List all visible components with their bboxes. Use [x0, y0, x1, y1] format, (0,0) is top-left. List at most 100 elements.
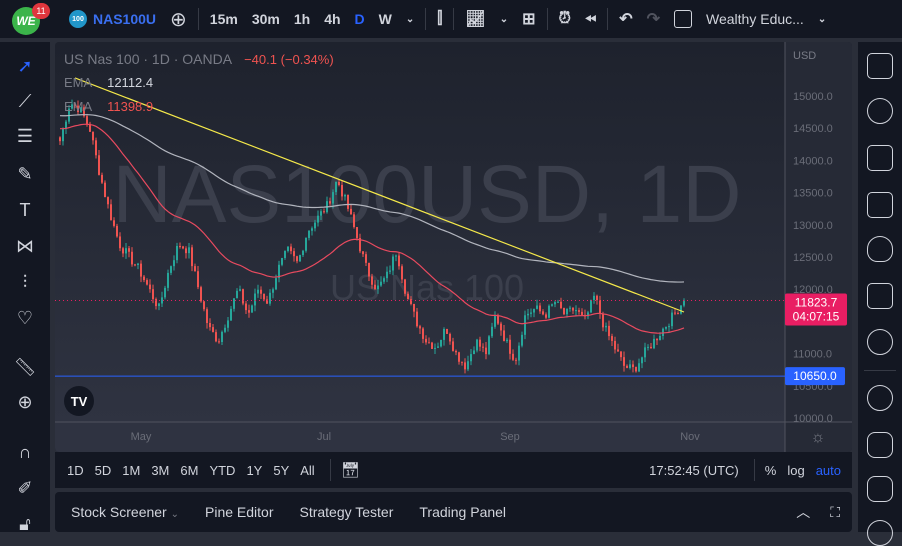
chevron-down-icon[interactable]: ⌄	[811, 0, 833, 38]
tab-pine-editor[interactable]: Pine Editor	[205, 504, 273, 520]
candle-body	[86, 116, 88, 124]
candle-body	[674, 312, 676, 314]
chevron-down-icon[interactable]: ⌄	[171, 509, 179, 520]
range-5y[interactable]: 5Y	[273, 463, 289, 478]
candle-body	[296, 256, 298, 262]
maximize-icon[interactable]: ⛶	[830, 504, 840, 521]
pattern-icon[interactable]: ⋈	[13, 234, 37, 258]
broadcast-icon[interactable]	[867, 520, 893, 546]
magnet-icon[interactable]: ∩	[13, 440, 37, 464]
compare-add-icon[interactable]: ⊕	[163, 0, 194, 38]
candle-body	[143, 276, 145, 281]
candle-body	[113, 220, 115, 226]
layouts-icon[interactable]: ⊞	[515, 0, 542, 38]
lightbulb-icon[interactable]	[867, 329, 893, 355]
layout-name[interactable]: Wealthy Educ...	[699, 0, 811, 38]
candle-body	[554, 302, 556, 305]
candle-body	[185, 248, 187, 254]
chat-cloud-icon[interactable]	[867, 385, 893, 411]
candle-body	[527, 313, 529, 316]
text-icon[interactable]: T	[13, 198, 37, 222]
symbol-search[interactable]: 100 NAS100U	[62, 0, 163, 38]
undo-icon[interactable]: ↶	[612, 0, 639, 38]
watchlist-icon[interactable]	[867, 53, 893, 79]
prediction-icon[interactable]: ⫶	[13, 270, 37, 294]
candle-body	[560, 301, 562, 309]
range-ytd[interactable]: YTD	[209, 463, 235, 478]
watermark-symbol: NAS100USD, 1D	[113, 149, 742, 240]
fullscreen-checkbox[interactable]	[667, 0, 699, 38]
calendar-icon[interactable]	[867, 283, 893, 309]
tab-strategy-tester[interactable]: Strategy Tester	[299, 504, 393, 520]
alert-icon[interactable]: ⏰︎	[552, 0, 578, 38]
tab-trading-panel[interactable]: Trading Panel	[419, 504, 506, 520]
candles-icon[interactable]: ⫿	[430, 0, 449, 38]
candle-body	[410, 299, 412, 304]
trendline-icon[interactable]: ⟋	[13, 89, 37, 113]
lock-drawing-icon[interactable]: ✐	[13, 476, 37, 500]
fib-icon[interactable]: ☰	[13, 124, 37, 148]
candle-body	[425, 338, 427, 343]
range-all[interactable]: All	[300, 463, 314, 478]
percent-toggle[interactable]: %	[765, 463, 777, 478]
log-toggle[interactable]: log	[787, 463, 804, 478]
symbol-title[interactable]: US Nas 100 · 1D · OANDA	[64, 51, 232, 67]
interval-30m[interactable]: 30m	[245, 0, 287, 38]
interval-w[interactable]: W	[372, 0, 399, 38]
heart-icon[interactable]: ♡	[13, 306, 37, 330]
candle-body	[179, 245, 181, 247]
chevron-down-icon[interactable]: ⌄	[493, 0, 515, 38]
range-3m[interactable]: 3M	[151, 463, 169, 478]
interval-4h[interactable]: 4h	[317, 0, 347, 38]
alarm-clock-icon[interactable]	[867, 98, 893, 124]
interval-d[interactable]: D	[348, 0, 372, 38]
candle-body	[239, 289, 241, 291]
range-1y[interactable]: 1Y	[246, 463, 262, 478]
currency-selector[interactable]: USD	[793, 50, 816, 62]
ema-legend-2[interactable]: EMA 11398.9	[64, 99, 153, 114]
interval-15m[interactable]: 15m	[203, 0, 245, 38]
redo-icon[interactable]: ↷	[640, 0, 667, 38]
tab-stock-screener[interactable]: Stock Screener ⌄	[71, 504, 179, 520]
range-1m[interactable]: 1M	[122, 463, 140, 478]
ruler-icon[interactable]: 📏︎	[13, 355, 37, 379]
messages-icon[interactable]	[867, 476, 893, 502]
chart-pane[interactable]: NAS100USD, 1D US Nas 100 10000.0 10500.0 1…	[55, 42, 852, 452]
candle-body	[446, 328, 448, 334]
chevron-down-icon[interactable]: ⌄	[399, 0, 421, 38]
settings-gear-icon[interactable]: ☼	[811, 429, 826, 446]
candle-body	[308, 230, 310, 238]
price-chart[interactable]: NAS100USD, 1D US Nas 100 10000.010500.01…	[55, 42, 852, 452]
candle-body	[521, 334, 523, 346]
replay-icon[interactable]: ⏪︎	[578, 0, 603, 38]
chevron-up-icon[interactable]: ︿	[796, 502, 810, 522]
candle-body	[122, 248, 124, 254]
range-5d[interactable]: 5D	[95, 463, 112, 478]
interval-1h[interactable]: 1h	[287, 0, 317, 38]
candle-body	[617, 349, 619, 352]
zoom-icon[interactable]: ⊕	[13, 390, 37, 414]
lock-icon[interactable]: 🔓︎	[13, 512, 37, 536]
chats-icon[interactable]	[867, 432, 893, 458]
add-note-icon[interactable]	[867, 192, 893, 218]
goto-date-icon[interactable]: 📅︎	[341, 461, 360, 479]
candle-body	[173, 260, 175, 267]
news-icon[interactable]	[867, 145, 893, 171]
brush-icon[interactable]: ✎	[13, 162, 37, 186]
candle-body	[545, 314, 547, 318]
cursor-icon[interactable]: ➚	[13, 54, 37, 78]
utc-clock[interactable]: 17:52:45 (UTC)	[649, 463, 739, 478]
range-1d[interactable]: 1D	[67, 463, 84, 478]
candle-body	[602, 313, 604, 328]
candle-body	[110, 204, 112, 221]
auto-toggle[interactable]: auto	[816, 463, 841, 478]
indicators-icon[interactable]: 📈︎	[458, 0, 492, 38]
candle-body	[605, 325, 607, 328]
candle-body	[665, 327, 667, 329]
range-6m[interactable]: 6M	[180, 463, 198, 478]
ema-value: 12112.4	[107, 75, 154, 90]
ema-legend-1[interactable]: EMA 12112.4	[64, 75, 153, 90]
hotlist-fire-icon[interactable]	[867, 236, 893, 262]
candle-body	[272, 289, 274, 293]
candle-body	[134, 264, 136, 266]
